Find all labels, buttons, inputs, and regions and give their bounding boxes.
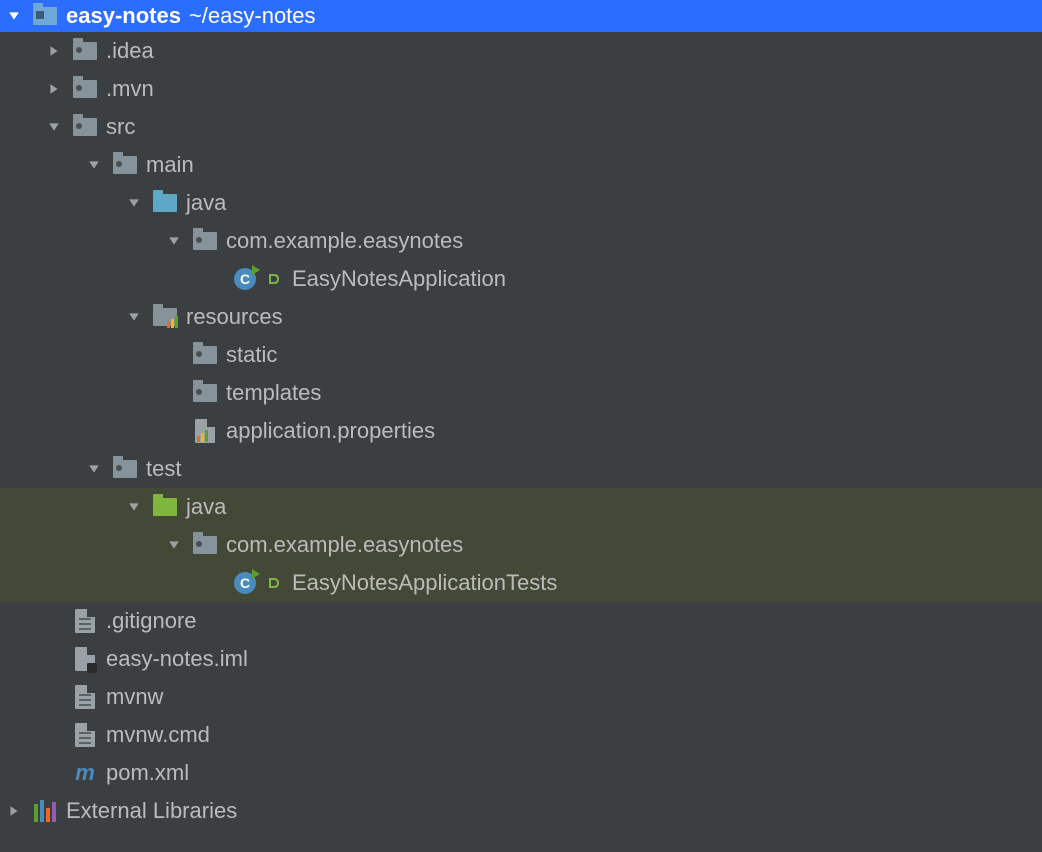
tree-label: resources <box>186 304 283 330</box>
test-source-folder-icon <box>152 494 178 520</box>
tree-label: src <box>106 114 135 140</box>
tree-label: External Libraries <box>66 798 237 824</box>
tree-label: pom.xml <box>106 760 189 786</box>
libraries-icon <box>32 798 58 824</box>
file-icon <box>72 722 98 748</box>
spring-bean-icon <box>266 271 282 287</box>
expand-toggle-icon[interactable] <box>86 461 102 477</box>
class-icon: C <box>232 266 258 292</box>
iml-file-icon <box>72 646 98 672</box>
tree-label: static <box>226 342 277 368</box>
tree-label: templates <box>226 380 321 406</box>
tree-item-test-java[interactable]: java <box>0 488 1042 526</box>
tree-label: EasyNotesApplication <box>292 266 506 292</box>
tree-label: mvnw.cmd <box>106 722 210 748</box>
tree-item-main-class[interactable]: C EasyNotesApplication <box>0 260 1042 298</box>
tree-item-pom[interactable]: m pom.xml <box>0 754 1042 792</box>
tree-item-idea[interactable]: .idea <box>0 32 1042 70</box>
tree-item-mvnw-cmd[interactable]: mvnw.cmd <box>0 716 1042 754</box>
tree-item-main-java[interactable]: java <box>0 184 1042 222</box>
tree-item-external-libraries[interactable]: External Libraries <box>0 792 1042 830</box>
tree-item-mvn[interactable]: .mvn <box>0 70 1042 108</box>
expand-toggle-icon[interactable] <box>126 499 142 515</box>
tree-item-iml[interactable]: easy-notes.iml <box>0 640 1042 678</box>
source-folder-icon <box>152 190 178 216</box>
tree-item-src[interactable]: src <box>0 108 1042 146</box>
folder-icon <box>112 152 138 178</box>
folder-icon <box>112 456 138 482</box>
package-folder-icon <box>192 228 218 254</box>
file-icon <box>72 608 98 634</box>
tree-label: .mvn <box>106 76 154 102</box>
tree-label: .gitignore <box>106 608 197 634</box>
expand-toggle-icon[interactable] <box>6 8 22 24</box>
expand-toggle-icon[interactable] <box>46 43 62 59</box>
file-icon <box>72 684 98 710</box>
properties-file-icon <box>192 418 218 444</box>
tree-item-templates[interactable]: templates <box>0 374 1042 412</box>
tree-item-app-properties[interactable]: application.properties <box>0 412 1042 450</box>
tree-label: easy-notes.iml <box>106 646 248 672</box>
folder-icon <box>192 342 218 368</box>
class-icon: C <box>232 570 258 596</box>
expand-toggle-icon[interactable] <box>86 157 102 173</box>
expand-toggle-icon[interactable] <box>126 195 142 211</box>
maven-file-icon: m <box>72 760 98 786</box>
project-path: ~/easy-notes <box>189 3 316 29</box>
tree-label: java <box>186 494 226 520</box>
project-root-row[interactable]: easy-notes ~/easy-notes <box>0 0 1042 32</box>
project-name: easy-notes <box>66 3 181 29</box>
folder-icon <box>72 38 98 64</box>
tree-label: main <box>146 152 194 178</box>
expand-toggle-icon[interactable] <box>126 309 142 325</box>
tree-item-test-package[interactable]: com.example.easynotes <box>0 526 1042 564</box>
tree-item-test[interactable]: test <box>0 450 1042 488</box>
tree-item-test-class[interactable]: C EasyNotesApplicationTests <box>0 564 1042 602</box>
expand-toggle-icon[interactable] <box>6 803 22 819</box>
expand-toggle-icon[interactable] <box>46 119 62 135</box>
resources-folder-icon <box>152 304 178 330</box>
tree-item-mvnw[interactable]: mvnw <box>0 678 1042 716</box>
tree-label: test <box>146 456 181 482</box>
expand-toggle-icon[interactable] <box>46 81 62 97</box>
project-tree: easy-notes ~/easy-notes .idea .mvn src <box>0 0 1042 830</box>
folder-icon <box>72 76 98 102</box>
spring-bean-icon <box>266 575 282 591</box>
tree-item-resources[interactable]: resources <box>0 298 1042 336</box>
folder-icon <box>72 114 98 140</box>
tree-item-gitignore[interactable]: .gitignore <box>0 602 1042 640</box>
tree-label: com.example.easynotes <box>226 228 463 254</box>
tree-label: mvnw <box>106 684 163 710</box>
tree-item-static[interactable]: static <box>0 336 1042 374</box>
tree-label: java <box>186 190 226 216</box>
expand-toggle-icon[interactable] <box>166 233 182 249</box>
tree-label: .idea <box>106 38 154 64</box>
module-folder-icon <box>32 3 58 29</box>
package-folder-icon <box>192 532 218 558</box>
expand-toggle-icon[interactable] <box>166 537 182 553</box>
tree-label: application.properties <box>226 418 435 444</box>
tree-label: EasyNotesApplicationTests <box>292 570 557 596</box>
tree-item-main[interactable]: main <box>0 146 1042 184</box>
tree-item-main-package[interactable]: com.example.easynotes <box>0 222 1042 260</box>
folder-icon <box>192 380 218 406</box>
tree-label: com.example.easynotes <box>226 532 463 558</box>
